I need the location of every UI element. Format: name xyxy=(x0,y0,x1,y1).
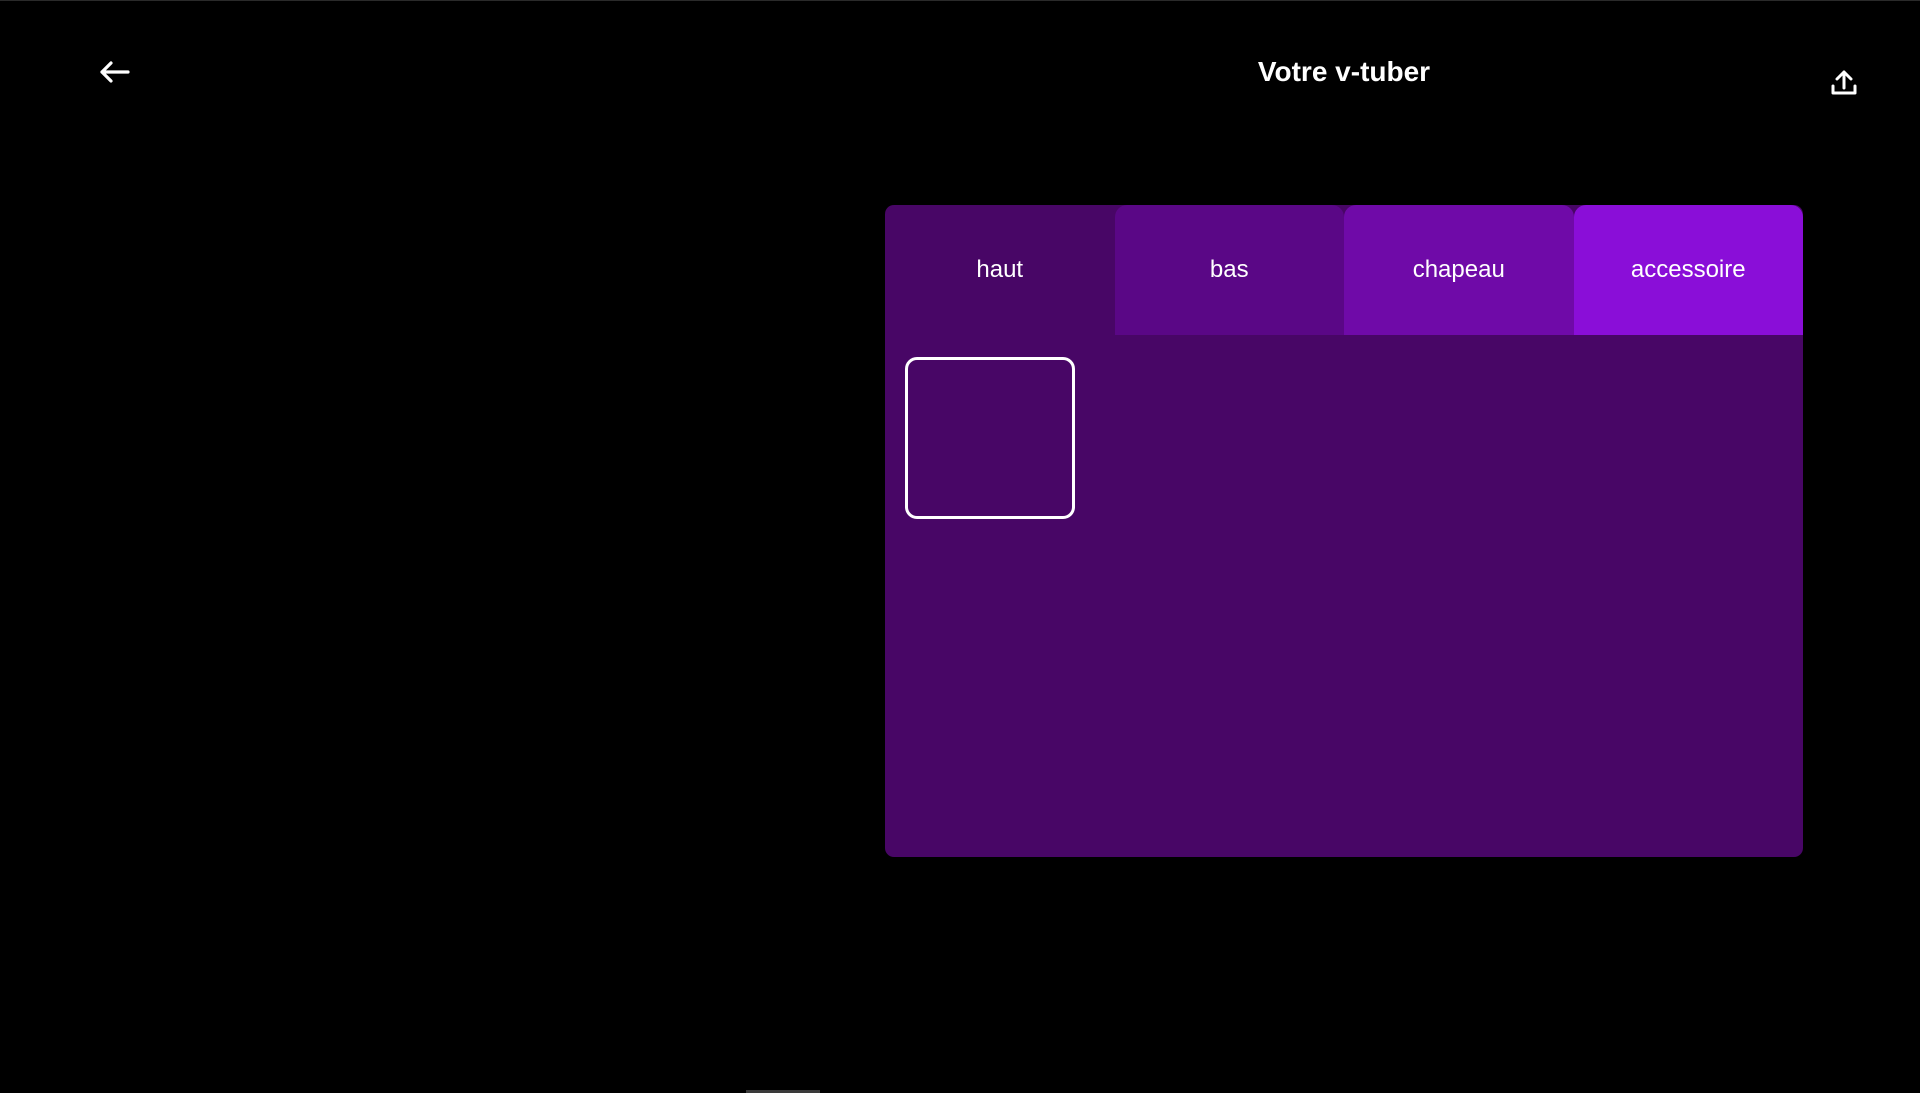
item-grid xyxy=(885,335,1803,541)
page-title: Votre v-tuber xyxy=(1257,56,1431,87)
arrow-left-icon xyxy=(98,60,130,89)
tab-accessoire[interactable]: accessoire xyxy=(1573,205,1803,335)
back-button[interactable] xyxy=(94,56,134,92)
upload-icon xyxy=(1830,68,1858,101)
tab-label: bas xyxy=(1209,256,1249,283)
tab-haut[interactable]: haut xyxy=(885,205,1115,335)
tab-label: haut xyxy=(976,256,1024,283)
wardrobe-panel: haut bas chapeau accessoire xyxy=(885,205,1803,857)
category-tabs: haut bas chapeau accessoire xyxy=(885,205,1803,335)
tab-label: accessoire xyxy=(1630,256,1746,283)
header: Votre v-tuber xyxy=(0,0,1920,150)
tab-bas[interactable]: bas xyxy=(1114,205,1344,335)
tab-chapeau[interactable]: chapeau xyxy=(1344,205,1574,335)
export-button[interactable] xyxy=(1824,64,1864,104)
item-slot-empty[interactable] xyxy=(905,357,1075,519)
tab-label: chapeau xyxy=(1412,256,1505,283)
